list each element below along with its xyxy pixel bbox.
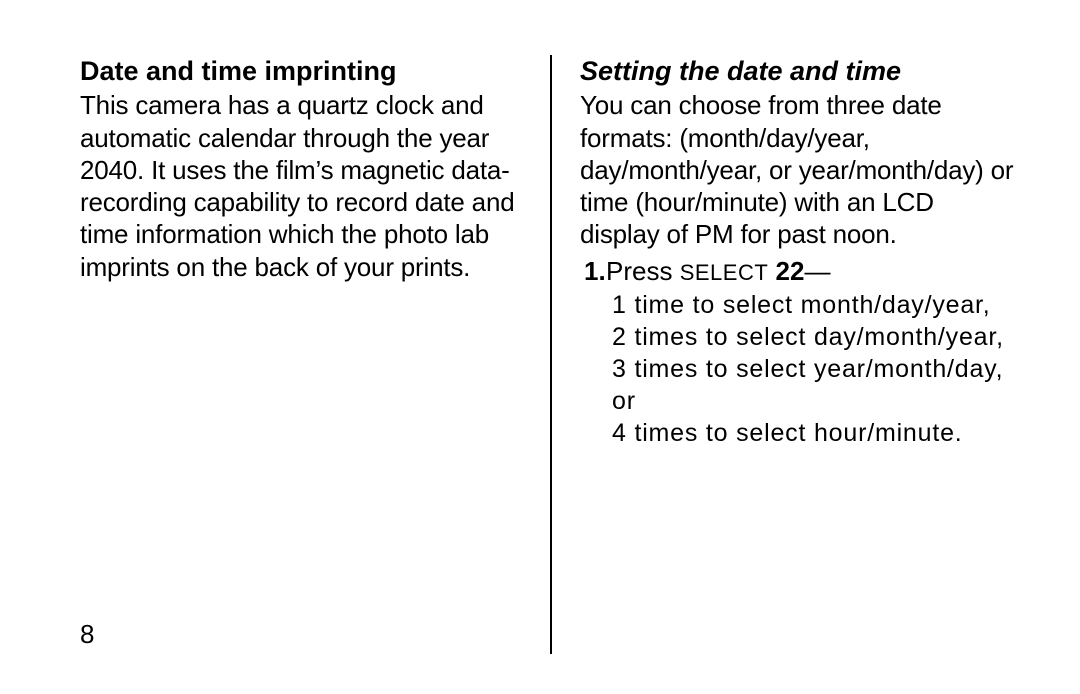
step-sublist: 1 time to select month/day/year, 2 times…: [612, 289, 1020, 449]
step-dash: —: [804, 256, 830, 286]
left-column: Date and time imprinting This camera has…: [80, 55, 550, 654]
step-item: 1.Press SELECT 22— 1 time to select mont…: [612, 255, 1020, 449]
step-ref-number: 22: [768, 256, 804, 286]
sub-item: 1 time to select month/day/year,: [612, 289, 1020, 321]
section-body: This camera has a quartz clock and autom…: [80, 89, 522, 282]
manual-page: Date and time imprinting This camera has…: [0, 0, 1080, 694]
sub-item: 4 times to select hour/minute.: [612, 417, 1020, 449]
page-number: 8: [80, 619, 94, 650]
step-list: 1.Press SELECT 22— 1 time to select mont…: [580, 255, 1020, 449]
subsection-body: You can choose from three date formats: …: [580, 89, 1020, 250]
sub-item: 2 times to select day/month/year,: [612, 321, 1020, 353]
subsection-heading: Setting the date and time: [580, 55, 1020, 87]
step-press: Press: [606, 256, 680, 286]
right-column: Setting the date and time You can choose…: [550, 55, 1020, 654]
step-select-label: SELECT: [680, 260, 769, 285]
sub-item: 3 times to select year/month/day, or: [612, 353, 1020, 417]
section-heading: Date and time imprinting: [80, 55, 522, 87]
step-marker: 1.: [584, 255, 606, 287]
